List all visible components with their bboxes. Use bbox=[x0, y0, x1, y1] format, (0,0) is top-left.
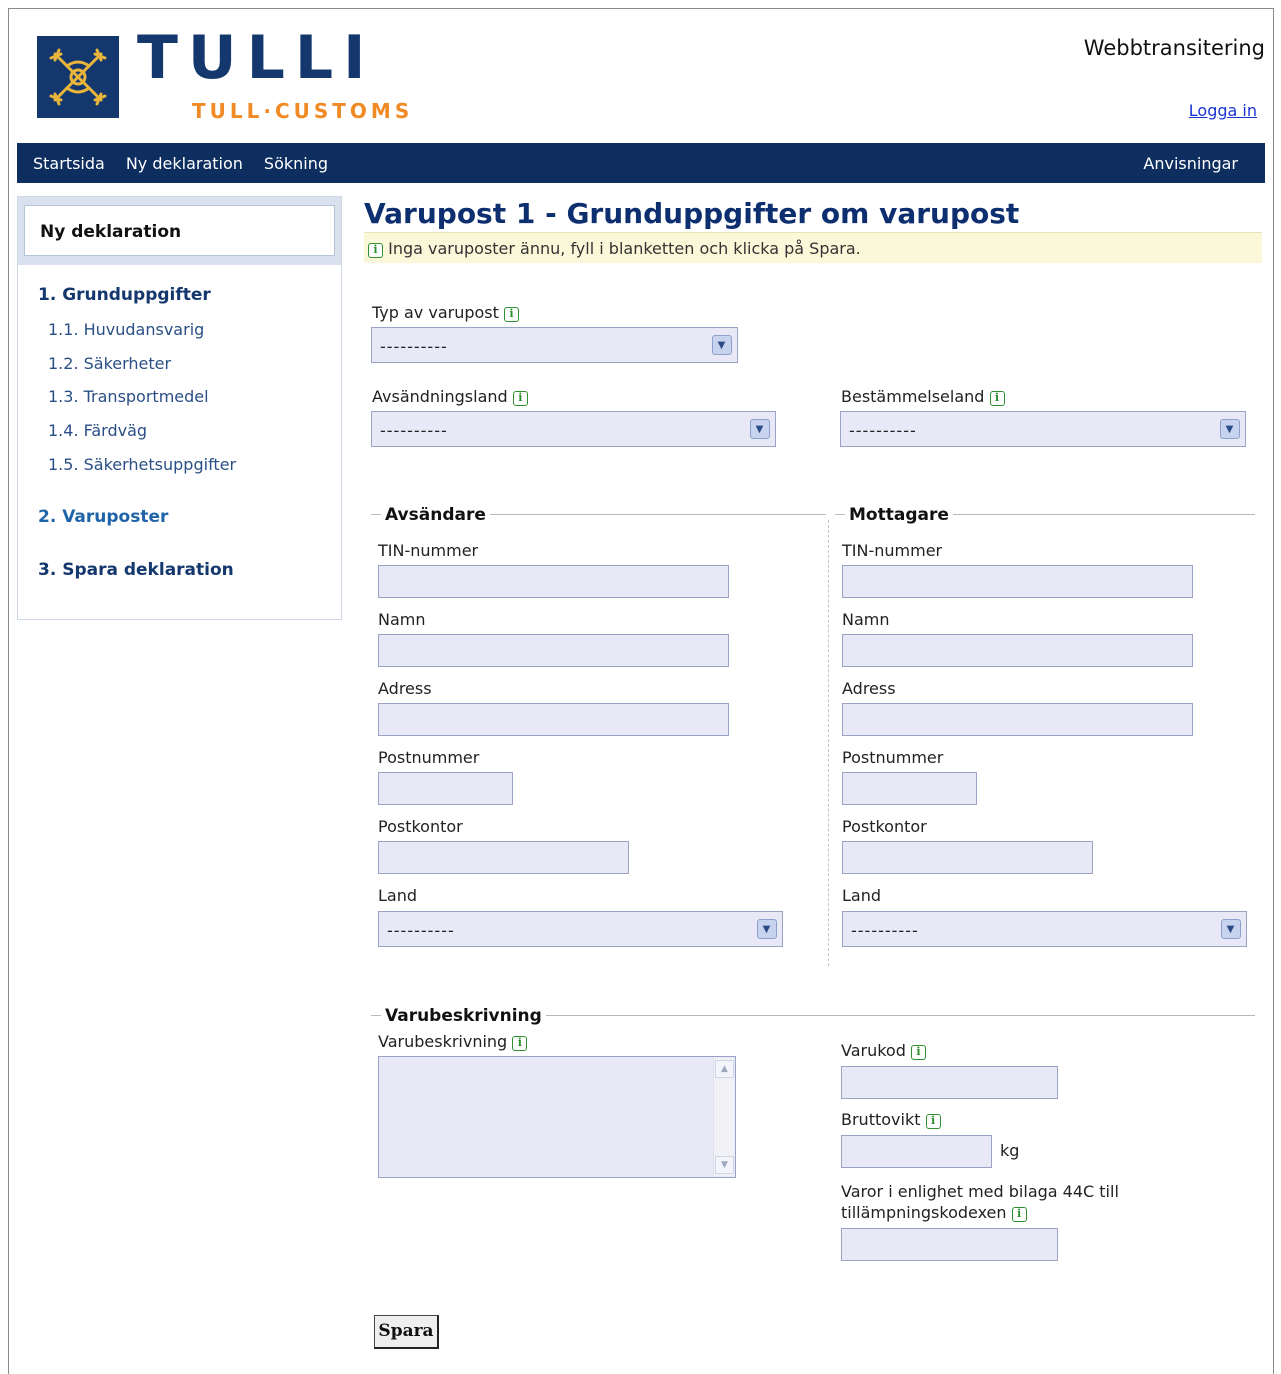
mot-postkontor-input[interactable] bbox=[842, 841, 1093, 874]
notice-text: Inga varuposter ännu, fyll i blanketten … bbox=[388, 239, 861, 258]
bilaga-input[interactable] bbox=[841, 1228, 1058, 1261]
mot-tin-label: TIN-nummer bbox=[842, 541, 943, 560]
avs-adress-input[interactable] bbox=[378, 703, 729, 736]
avs-namn-label: Namn bbox=[378, 610, 426, 629]
mot-land-field-select[interactable]: ---------- ▼ bbox=[842, 911, 1247, 947]
info-notice: i Inga varuposter ännu, fyll i blankette… bbox=[364, 232, 1262, 263]
avs-postnummer-label: Postnummer bbox=[378, 748, 480, 767]
avs-land-label: Avsändningsland bbox=[372, 387, 508, 406]
info-icon[interactable]: i bbox=[989, 391, 1005, 406]
avs-postnummer-input[interactable] bbox=[378, 772, 513, 805]
info-icon[interactable]: i bbox=[512, 1036, 528, 1051]
sidebar-step-spara-deklaration[interactable]: 3. Spara deklaration bbox=[38, 560, 234, 580]
sidebar-header: Ny deklaration bbox=[18, 197, 341, 265]
brand-subtitle: TULL·CUSTOMS bbox=[192, 99, 414, 123]
mot-adress-input[interactable] bbox=[842, 703, 1193, 736]
varukod-label: Varukod bbox=[841, 1041, 906, 1060]
chevron-down-icon: ▼ bbox=[757, 919, 777, 939]
avs-namn-input[interactable] bbox=[378, 634, 729, 667]
mot-postnummer-input[interactable] bbox=[842, 772, 977, 805]
bruttovikt-input[interactable] bbox=[841, 1135, 992, 1168]
typ-select-value: ---------- bbox=[380, 337, 448, 356]
best-land-select[interactable]: ---------- ▼ bbox=[840, 411, 1246, 447]
nav-ny-deklaration[interactable]: Ny deklaration bbox=[126, 154, 243, 173]
info-icon[interactable]: i bbox=[910, 1045, 926, 1060]
mot-adress-label: Adress bbox=[842, 679, 896, 698]
tulli-emblem-icon bbox=[37, 36, 119, 118]
mot-land-field-label: Land bbox=[842, 886, 882, 905]
avs-land-select[interactable]: ---------- ▼ bbox=[371, 411, 776, 447]
best-land-value: ---------- bbox=[849, 421, 917, 440]
nav-startsida[interactable]: Startsida bbox=[33, 154, 105, 173]
bilaga-label-line1: Varor i enlighet med bilaga 44C till bbox=[841, 1182, 1119, 1201]
desc-label: Varubeskrivning bbox=[378, 1032, 508, 1051]
varukod-input[interactable] bbox=[841, 1066, 1058, 1099]
avs-postkontor-input[interactable] bbox=[378, 841, 629, 874]
typ-label: Typ av varupost bbox=[372, 303, 499, 322]
info-icon[interactable]: i bbox=[512, 391, 528, 406]
sidebar-step-grunduppgifter[interactable]: 1. Grunduppgifter bbox=[38, 285, 211, 305]
avs-land-field-label: Land bbox=[378, 886, 418, 905]
avs-postkontor-label: Postkontor bbox=[378, 817, 463, 836]
sidebar-item-transportmedel[interactable]: 1.3. Transportmedel bbox=[48, 387, 209, 406]
bilaga-label-line2: tillämpningskodexen bbox=[841, 1203, 1007, 1222]
best-land-label: Bestämmelseland bbox=[841, 387, 985, 406]
avs-adress-label: Adress bbox=[378, 679, 432, 698]
mot-postkontor-label: Postkontor bbox=[842, 817, 927, 836]
bruttovikt-unit: kg bbox=[1000, 1141, 1020, 1160]
info-icon[interactable]: i bbox=[925, 1114, 941, 1129]
typ-label-wrap: Typ av varupost i bbox=[372, 303, 519, 322]
sidebar-heading: Ny deklaration bbox=[24, 205, 335, 256]
mot-namn-input[interactable] bbox=[842, 634, 1193, 667]
chevron-down-icon: ▼ bbox=[1220, 419, 1240, 439]
sidebar-step-varuposter[interactable]: 2. Varuposter bbox=[38, 507, 168, 527]
desc-label-wrap: Varubeskrivning i bbox=[378, 1032, 528, 1051]
best-land-label-wrap: Bestämmelseland i bbox=[841, 387, 1005, 406]
nav-anvisningar[interactable]: Anvisningar bbox=[1143, 154, 1238, 173]
avs-tin-input[interactable] bbox=[378, 565, 729, 598]
avs-land-field-select[interactable]: ---------- ▼ bbox=[378, 911, 783, 947]
info-icon: i bbox=[368, 243, 383, 258]
sidebar: Ny deklaration 1. Grunduppgifter 1.1. Hu… bbox=[17, 196, 342, 620]
save-button[interactable]: Spara bbox=[374, 1315, 439, 1349]
sidebar-item-fardvag[interactable]: 1.4. Färdväg bbox=[48, 421, 147, 440]
chevron-down-icon: ▼ bbox=[1221, 919, 1241, 939]
varubeskrivning-textarea[interactable]: ▲ ▼ bbox=[378, 1056, 736, 1178]
chevron-down-icon: ▼ bbox=[750, 419, 770, 439]
mot-land-field-value: ---------- bbox=[851, 921, 919, 940]
site-title: Webbtransitering bbox=[1083, 36, 1265, 60]
mot-namn-label: Namn bbox=[842, 610, 890, 629]
mot-postnummer-label: Postnummer bbox=[842, 748, 944, 767]
page-title: Varupost 1 - Grunduppgifter om varupost bbox=[364, 197, 1020, 230]
nav-sokning[interactable]: Sökning bbox=[264, 154, 328, 173]
bilaga-label-wrap: Varor i enlighet med bilaga 44C till til… bbox=[841, 1181, 1119, 1223]
info-icon[interactable]: i bbox=[504, 307, 519, 322]
textarea-scrollbar[interactable]: ▲ ▼ bbox=[713, 1058, 734, 1176]
scroll-up-icon[interactable]: ▲ bbox=[715, 1060, 734, 1078]
column-separator bbox=[828, 520, 829, 966]
sidebar-item-sakerheter[interactable]: 1.2. Säkerheter bbox=[48, 354, 171, 373]
varubeskrivning-legend: Varubeskrivning bbox=[381, 1006, 546, 1026]
mottagare-legend: Mottagare bbox=[845, 505, 953, 525]
mot-tin-input[interactable] bbox=[842, 565, 1193, 598]
avs-tin-label: TIN-nummer bbox=[378, 541, 479, 560]
brand-wordmark: TULLI bbox=[137, 23, 376, 93]
main-navbar: Startsida Ny deklaration Sökning Anvisni… bbox=[17, 143, 1265, 183]
scroll-down-icon[interactable]: ▼ bbox=[715, 1156, 734, 1174]
bruttovikt-label-wrap: Bruttovikt i bbox=[841, 1110, 941, 1129]
avs-land-field-value: ---------- bbox=[387, 921, 455, 940]
avs-land-label-wrap: Avsändningsland i bbox=[372, 387, 528, 406]
typ-select[interactable]: ---------- ▼ bbox=[371, 327, 738, 363]
sidebar-item-huvudansvarig[interactable]: 1.1. Huvudansvarig bbox=[48, 320, 204, 339]
login-link[interactable]: Logga in bbox=[1189, 101, 1257, 120]
sidebar-item-sakerhetsuppgifter[interactable]: 1.5. Säkerhetsuppgifter bbox=[48, 455, 236, 474]
avsandare-legend: Avsändare bbox=[381, 505, 490, 525]
bruttovikt-label: Bruttovikt bbox=[841, 1110, 921, 1129]
chevron-down-icon: ▼ bbox=[712, 335, 732, 355]
avs-land-value: ---------- bbox=[380, 421, 448, 440]
info-icon[interactable]: i bbox=[1011, 1207, 1027, 1222]
varukod-label-wrap: Varukod i bbox=[841, 1041, 926, 1060]
